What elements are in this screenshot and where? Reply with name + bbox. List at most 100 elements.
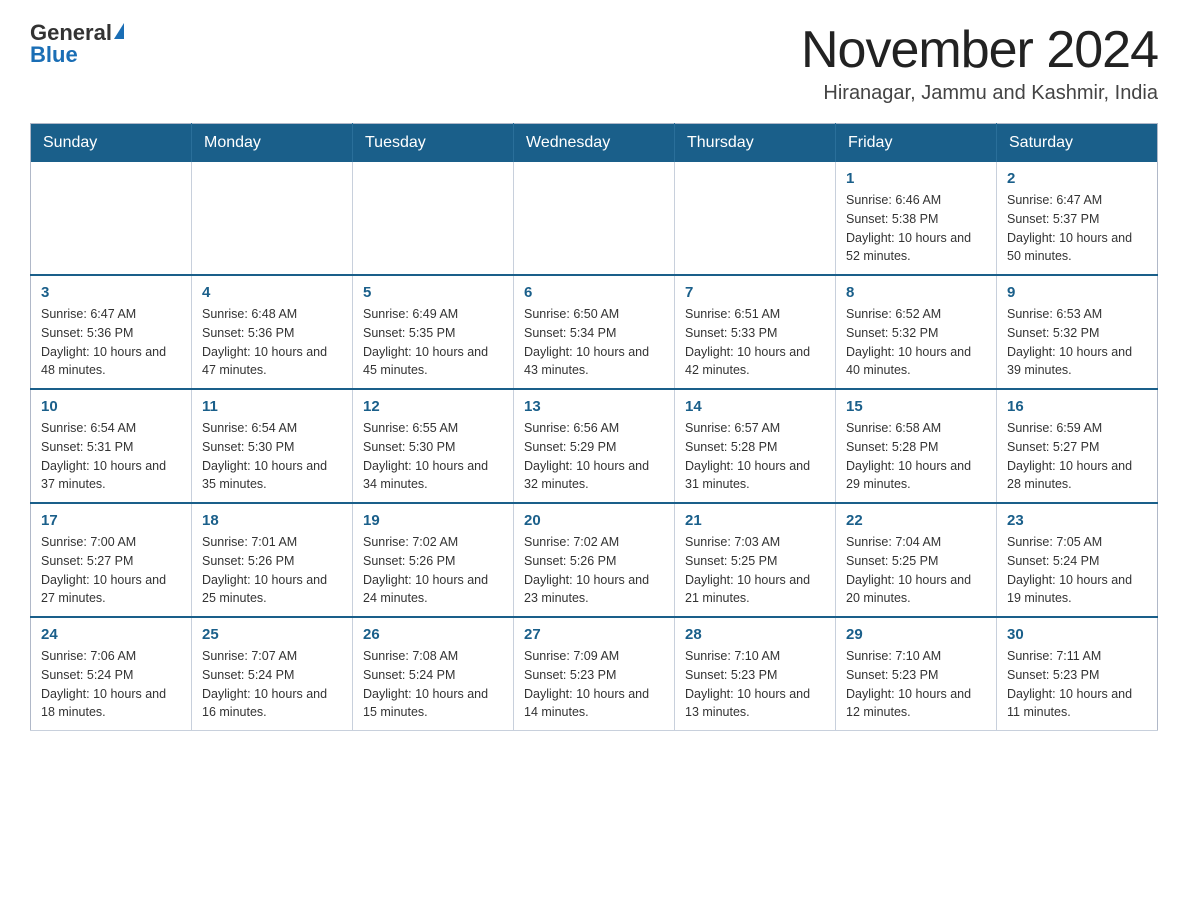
calendar-cell: 4Sunrise: 6:48 AMSunset: 5:36 PMDaylight… xyxy=(192,275,353,389)
day-info: Sunrise: 7:10 AMSunset: 5:23 PMDaylight:… xyxy=(846,647,986,722)
week-row-1: 1 Sunrise: 6:46 AMSunset: 5:38 PMDaylight… xyxy=(31,162,1158,275)
days-of-week-row: SundayMondayTuesdayWednesdayThursdayFrid… xyxy=(31,124,1158,163)
logo-triangle-icon xyxy=(114,23,124,39)
calendar-cell: 11 Sunrise: 6:54 AMSunset: 5:30 PMDayligh… xyxy=(192,389,353,503)
day-number: 13 xyxy=(524,398,664,415)
day-info: Sunrise: 6:54 AMSunset: 5:31 PMDaylight:… xyxy=(41,419,181,494)
calendar-cell xyxy=(192,162,353,275)
day-info: Sunrise: 6:55 AMSunset: 5:30 PMDaylight:… xyxy=(363,419,503,494)
calendar-subtitle: Hiranagar, Jammu and Kashmir, India xyxy=(801,82,1158,105)
day-number: 19 xyxy=(363,512,503,529)
day-of-week-wednesday: Wednesday xyxy=(514,124,675,163)
day-info: Sunrise: 7:02 AMSunset: 5:26 PMDaylight:… xyxy=(363,533,503,608)
day-number: 24 xyxy=(41,626,181,643)
day-number: 18 xyxy=(202,512,342,529)
day-info: Sunrise: 7:09 AMSunset: 5:23 PMDaylight:… xyxy=(524,647,664,722)
day-number: 28 xyxy=(685,626,825,643)
day-number: 2 xyxy=(1007,170,1147,187)
calendar-cell: 18 Sunrise: 7:01 AMSunset: 5:26 PMDayligh… xyxy=(192,503,353,617)
calendar-cell: 14Sunrise: 6:57 AMSunset: 5:28 PMDayligh… xyxy=(675,389,836,503)
calendar-cell: 12 Sunrise: 6:55 AMSunset: 5:30 PMDayligh… xyxy=(353,389,514,503)
day-info: Sunrise: 6:50 AMSunset: 5:34 PMDaylight:… xyxy=(524,305,664,380)
calendar-cell: 25Sunrise: 7:07 AMSunset: 5:24 PMDayligh… xyxy=(192,617,353,731)
day-info: Sunrise: 6:46 AMSunset: 5:38 PMDaylight:… xyxy=(846,191,986,266)
day-info: Sunrise: 6:51 AMSunset: 5:33 PMDaylight:… xyxy=(685,305,825,380)
calendar-cell xyxy=(514,162,675,275)
calendar-cell: 2Sunrise: 6:47 AMSunset: 5:37 PMDaylight… xyxy=(997,162,1158,275)
calendar-cell: 24Sunrise: 7:06 AMSunset: 5:24 PMDayligh… xyxy=(31,617,192,731)
day-number: 1 xyxy=(846,170,986,187)
calendar-cell: 8 Sunrise: 6:52 AMSunset: 5:32 PMDaylight… xyxy=(836,275,997,389)
day-info: Sunrise: 7:01 AMSunset: 5:26 PMDaylight:… xyxy=(202,533,342,608)
day-of-week-sunday: Sunday xyxy=(31,124,192,163)
day-number: 21 xyxy=(685,512,825,529)
day-of-week-friday: Friday xyxy=(836,124,997,163)
calendar-table: SundayMondayTuesdayWednesdayThursdayFrid… xyxy=(30,123,1158,731)
calendar-cell xyxy=(675,162,836,275)
day-number: 17 xyxy=(41,512,181,529)
calendar-cell: 9 Sunrise: 6:53 AMSunset: 5:32 PMDaylight… xyxy=(997,275,1158,389)
day-info: Sunrise: 6:52 AMSunset: 5:32 PMDaylight:… xyxy=(846,305,986,380)
calendar-cell: 17 Sunrise: 7:00 AMSunset: 5:27 PMDayligh… xyxy=(31,503,192,617)
day-of-week-tuesday: Tuesday xyxy=(353,124,514,163)
day-info: Sunrise: 7:04 AMSunset: 5:25 PMDaylight:… xyxy=(846,533,986,608)
calendar-header: SundayMondayTuesdayWednesdayThursdayFrid… xyxy=(31,124,1158,163)
day-info: Sunrise: 6:59 AMSunset: 5:27 PMDaylight:… xyxy=(1007,419,1147,494)
day-info: Sunrise: 7:08 AMSunset: 5:24 PMDaylight:… xyxy=(363,647,503,722)
day-info: Sunrise: 6:53 AMSunset: 5:32 PMDaylight:… xyxy=(1007,305,1147,380)
day-number: 23 xyxy=(1007,512,1147,529)
calendar-cell: 13 Sunrise: 6:56 AMSunset: 5:29 PMDayligh… xyxy=(514,389,675,503)
day-number: 9 xyxy=(1007,284,1147,301)
page-header: General Blue November 2024 Hiranagar, Ja… xyxy=(30,20,1158,105)
week-row-2: 3Sunrise: 6:47 AMSunset: 5:36 PMDaylight… xyxy=(31,275,1158,389)
week-row-5: 24Sunrise: 7:06 AMSunset: 5:24 PMDayligh… xyxy=(31,617,1158,731)
calendar-cell: 1 Sunrise: 6:46 AMSunset: 5:38 PMDaylight… xyxy=(836,162,997,275)
day-number: 6 xyxy=(524,284,664,301)
day-info: Sunrise: 6:49 AMSunset: 5:35 PMDaylight:… xyxy=(363,305,503,380)
calendar-cell: 20 Sunrise: 7:02 AMSunset: 5:26 PMDayligh… xyxy=(514,503,675,617)
day-number: 7 xyxy=(685,284,825,301)
calendar-cell: 21 Sunrise: 7:03 AMSunset: 5:25 PMDayligh… xyxy=(675,503,836,617)
day-number: 26 xyxy=(363,626,503,643)
day-number: 20 xyxy=(524,512,664,529)
calendar-cell: 6 Sunrise: 6:50 AMSunset: 5:34 PMDaylight… xyxy=(514,275,675,389)
day-info: Sunrise: 7:05 AMSunset: 5:24 PMDaylight:… xyxy=(1007,533,1147,608)
week-row-4: 17 Sunrise: 7:00 AMSunset: 5:27 PMDayligh… xyxy=(31,503,1158,617)
day-number: 22 xyxy=(846,512,986,529)
day-info: Sunrise: 6:47 AMSunset: 5:36 PMDaylight:… xyxy=(41,305,181,380)
day-info: Sunrise: 6:58 AMSunset: 5:28 PMDaylight:… xyxy=(846,419,986,494)
calendar-cell: 22 Sunrise: 7:04 AMSunset: 5:25 PMDayligh… xyxy=(836,503,997,617)
calendar-body: 1 Sunrise: 6:46 AMSunset: 5:38 PMDaylight… xyxy=(31,162,1158,731)
week-row-3: 10 Sunrise: 6:54 AMSunset: 5:31 PMDayligh… xyxy=(31,389,1158,503)
day-number: 11 xyxy=(202,398,342,415)
calendar-cell: 26 Sunrise: 7:08 AMSunset: 5:24 PMDayligh… xyxy=(353,617,514,731)
day-number: 12 xyxy=(363,398,503,415)
day-number: 15 xyxy=(846,398,986,415)
day-number: 4 xyxy=(202,284,342,301)
day-info: Sunrise: 7:10 AMSunset: 5:23 PMDaylight:… xyxy=(685,647,825,722)
day-of-week-thursday: Thursday xyxy=(675,124,836,163)
day-of-week-monday: Monday xyxy=(192,124,353,163)
day-info: Sunrise: 7:00 AMSunset: 5:27 PMDaylight:… xyxy=(41,533,181,608)
day-info: Sunrise: 7:03 AMSunset: 5:25 PMDaylight:… xyxy=(685,533,825,608)
day-info: Sunrise: 6:54 AMSunset: 5:30 PMDaylight:… xyxy=(202,419,342,494)
day-info: Sunrise: 6:57 AMSunset: 5:28 PMDaylight:… xyxy=(685,419,825,494)
calendar-cell: 3Sunrise: 6:47 AMSunset: 5:36 PMDaylight… xyxy=(31,275,192,389)
day-number: 10 xyxy=(41,398,181,415)
day-info: Sunrise: 6:56 AMSunset: 5:29 PMDaylight:… xyxy=(524,419,664,494)
day-number: 8 xyxy=(846,284,986,301)
day-info: Sunrise: 7:02 AMSunset: 5:26 PMDaylight:… xyxy=(524,533,664,608)
day-number: 27 xyxy=(524,626,664,643)
day-of-week-saturday: Saturday xyxy=(997,124,1158,163)
day-number: 29 xyxy=(846,626,986,643)
calendar-cell xyxy=(31,162,192,275)
calendar-cell: 16Sunrise: 6:59 AMSunset: 5:27 PMDayligh… xyxy=(997,389,1158,503)
logo: General Blue xyxy=(30,20,124,68)
calendar-cell xyxy=(353,162,514,275)
calendar-cell: 7 Sunrise: 6:51 AMSunset: 5:33 PMDaylight… xyxy=(675,275,836,389)
calendar-cell: 15 Sunrise: 6:58 AMSunset: 5:28 PMDayligh… xyxy=(836,389,997,503)
logo-blue-text: Blue xyxy=(30,42,78,68)
day-number: 25 xyxy=(202,626,342,643)
calendar-title: November 2024 xyxy=(801,20,1158,80)
calendar-cell: 5Sunrise: 6:49 AMSunset: 5:35 PMDaylight… xyxy=(353,275,514,389)
